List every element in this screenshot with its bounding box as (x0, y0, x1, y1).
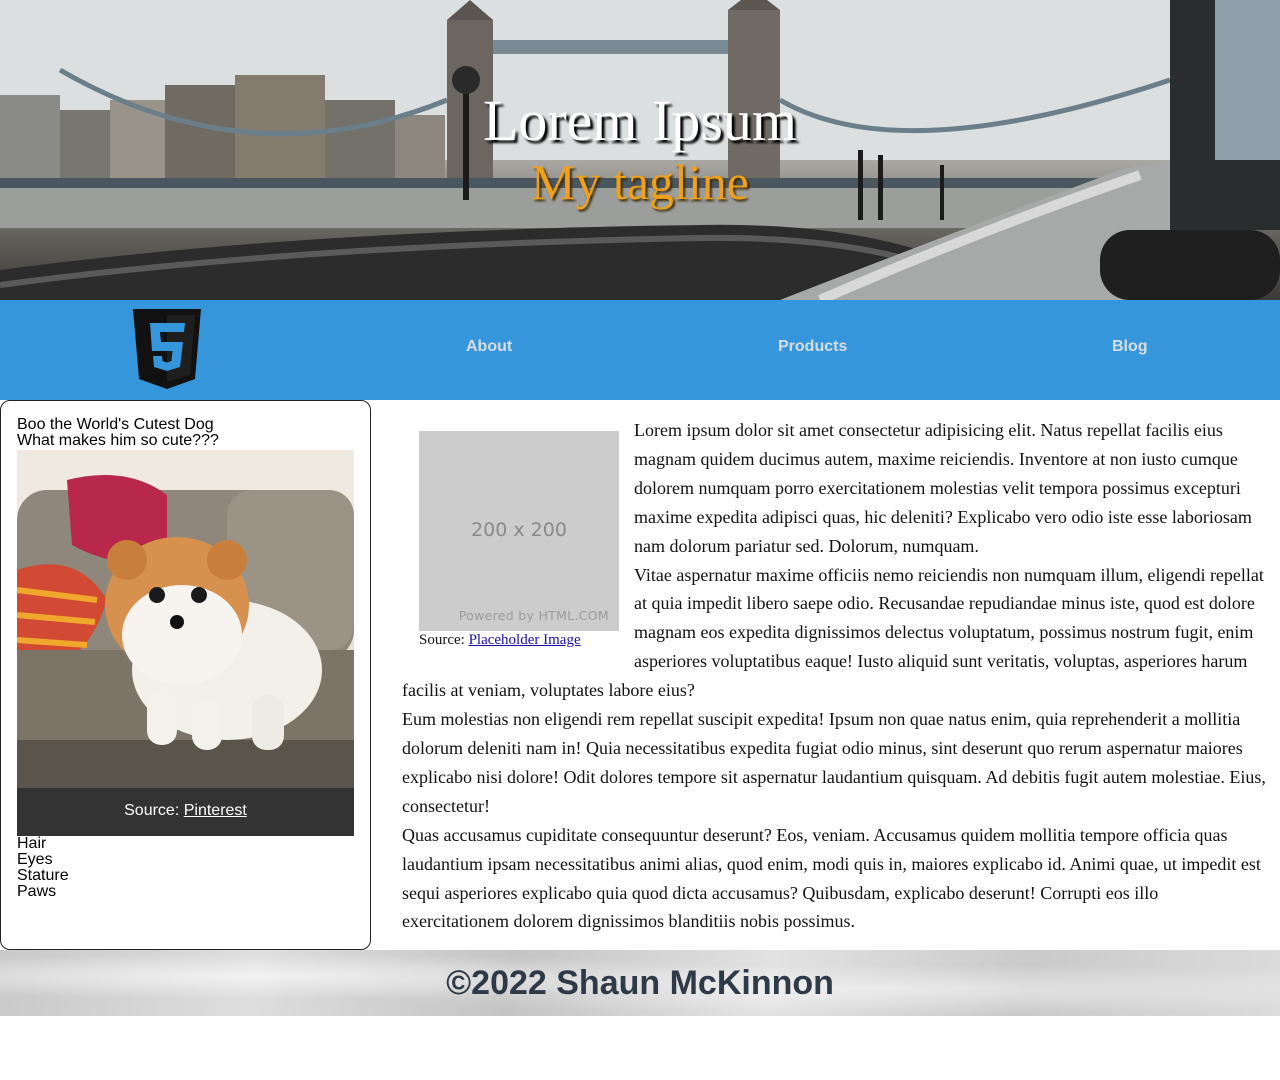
trait-item: Stature (17, 867, 69, 884)
pomeranian-dog-photo (17, 450, 354, 788)
hero-banner: Lorem Ipsum My tagline (0, 0, 1280, 300)
copyright-text: ©2022 Shaun McKinnon (446, 964, 834, 1002)
nav-link-blog[interactable]: Blog (1112, 338, 1148, 356)
sidebar-heading: Boo the World's Cutest Dog (17, 416, 214, 433)
placeholder-dimensions: 200 x 200 (471, 519, 567, 541)
placeholder-image-link[interactable]: Placeholder Image (469, 632, 581, 648)
paragraph: Eum molestias non eligendi rem repellat … (402, 709, 1266, 816)
placeholder-figure: 200 x 200 Powered by HTML.COM Source: Pl… (419, 431, 619, 649)
caption-prefix: Source: (124, 802, 184, 819)
dog-photo-caption: Source: Pinterest (17, 788, 354, 836)
trait-item: Hair (17, 835, 47, 852)
paragraph: Quas accusamus cupiditate consequuntur d… (402, 824, 1261, 932)
traits-list: Hair Eyes Stature Paws (17, 836, 354, 900)
html5-logo-icon[interactable] (133, 309, 201, 394)
dog-figure: Source: Pinterest (17, 450, 354, 836)
placeholder-powered-by: Powered by HTML.COM (458, 608, 609, 623)
placeholder-source: Source: Placeholder Image (419, 631, 619, 649)
sidebar-subheading: What makes him so cute??? (17, 432, 219, 449)
trait-item: Eyes (17, 851, 53, 868)
sidebar: Boo the World's Cutest Dog What makes hi… (0, 400, 371, 950)
placeholder-image: 200 x 200 Powered by HTML.COM (419, 431, 619, 631)
footer: ©2022 Shaun McKinnon (0, 950, 1280, 1016)
nav-link-about[interactable]: About (466, 338, 512, 356)
source-prefix: Source: (419, 632, 469, 648)
site-tagline: My tagline (530, 154, 750, 210)
trait-item: Paws (17, 883, 57, 900)
main-content: 200 x 200 Powered by HTML.COM Source: Pl… (402, 416, 1266, 936)
nav-link-products[interactable]: Products (778, 338, 847, 356)
pinterest-link[interactable]: Pinterest (184, 802, 247, 819)
site-title: Lorem Ipsum (482, 88, 798, 153)
main-nav: About Products Blog (0, 300, 1280, 400)
